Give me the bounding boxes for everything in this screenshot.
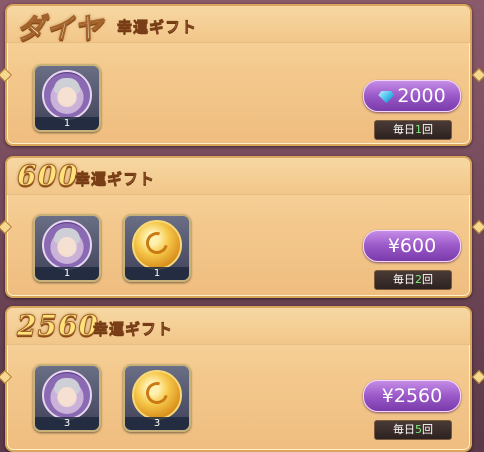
reward-quantity: 3	[125, 417, 189, 430]
reward-item[interactable]: 1	[123, 214, 191, 282]
pack-title-big: ダイヤ	[16, 12, 104, 46]
price-label: 2000	[397, 85, 446, 107]
price-label: ¥2560	[381, 385, 443, 407]
reward-item[interactable]: 3	[33, 364, 101, 432]
gold-coin-icon	[132, 370, 182, 420]
limit-prefix: 毎日	[393, 123, 415, 136]
reward-quantity: 1	[35, 267, 99, 280]
gift-pack-card: 600 幸運ギフト 1 1 ¥600 毎日2回	[5, 156, 472, 298]
purchase-limit: 毎日2回	[374, 270, 452, 290]
buy-button[interactable]: ¥2560	[363, 380, 461, 412]
reward-item[interactable]: 1	[33, 64, 101, 132]
buy-button[interactable]: ¥600	[363, 230, 461, 262]
diamond-gem-icon	[378, 91, 395, 103]
pack-title-big: 600	[16, 159, 79, 193]
limit-prefix: 毎日	[393, 423, 415, 436]
buy-button[interactable]: 2000	[363, 80, 461, 112]
limit-suffix: 回	[422, 273, 433, 286]
limit-count: 5	[415, 423, 422, 436]
reward-quantity: 1	[35, 117, 99, 130]
limit-count: 1	[415, 123, 422, 136]
character-portrait-icon	[42, 370, 92, 420]
character-portrait-icon	[42, 220, 92, 270]
reward-quantity: 3	[35, 417, 99, 430]
pack-title-small: 幸運ギフト	[75, 170, 156, 189]
character-portrait-icon	[42, 70, 92, 120]
gift-pack-card: 2560 幸運ギフト 3 3 ¥2560 毎日5回	[5, 306, 472, 452]
reward-item[interactable]: 3	[123, 364, 191, 432]
pack-title-small: 幸運ギフト	[117, 18, 198, 37]
purchase-limit: 毎日1回	[374, 120, 452, 140]
reward-item[interactable]: 1	[33, 214, 101, 282]
gold-coin-icon	[132, 220, 182, 270]
limit-suffix: 回	[422, 123, 433, 136]
price-label: ¥600	[387, 235, 437, 257]
purchase-limit: 毎日5回	[374, 420, 452, 440]
pack-title-big: 2560	[17, 309, 99, 343]
limit-count: 2	[415, 273, 422, 286]
reward-quantity: 1	[125, 267, 189, 280]
gift-pack-card: ダイヤ 幸運ギフト 1 2000 毎日1回	[5, 4, 472, 146]
limit-prefix: 毎日	[393, 273, 415, 286]
limit-suffix: 回	[422, 423, 433, 436]
pack-title-small: 幸運ギフト	[93, 320, 174, 339]
